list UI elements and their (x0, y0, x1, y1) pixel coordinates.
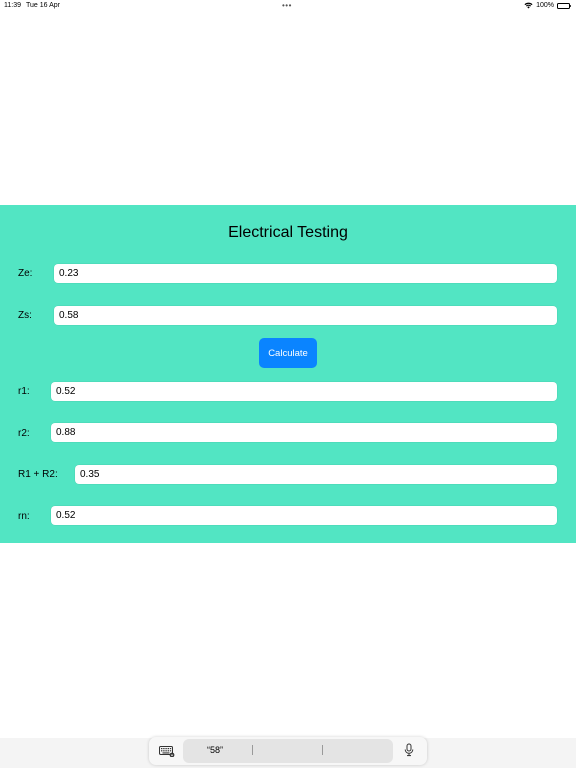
status-time: 11:39 (4, 2, 21, 9)
microphone-icon[interactable] (403, 743, 415, 757)
ze-value: 0.23 (59, 268, 79, 279)
wifi-icon (524, 2, 533, 9)
battery-percentage: 100% (536, 2, 554, 9)
calculate-button[interactable]: Calculate (259, 338, 317, 368)
keyboard-icon[interactable] (159, 744, 175, 758)
battery-icon (557, 2, 572, 9)
multitasking-dots[interactable]: ••• (282, 1, 292, 10)
r1-value: 0.52 (56, 386, 76, 397)
r1-input[interactable]: 0.52 (51, 382, 557, 401)
status-date: Tue 16 Apr (26, 2, 60, 9)
ze-input[interactable]: 0.23 (54, 264, 557, 283)
status-indicators: 100% (524, 2, 572, 9)
suggestion-divider (252, 745, 253, 755)
rn-input[interactable]: 0.52 (51, 506, 557, 525)
r2-input[interactable]: 0.88 (51, 423, 557, 442)
r1-plus-r2-value: 0.35 (80, 469, 100, 480)
r1-plus-r2-label: R1 + R2: (18, 469, 58, 480)
r1-label: r1: (18, 386, 30, 397)
r2-label: r2: (18, 428, 30, 439)
r2-value: 0.88 (56, 427, 76, 438)
suggestion-divider (322, 745, 323, 755)
status-bar: 11:39 Tue 16 Apr ••• 100% (0, 0, 576, 12)
zs-value: 0.58 (59, 310, 79, 321)
suggestion-item[interactable]: “58” (207, 745, 223, 755)
calculator-panel (0, 205, 576, 543)
page-title: Electrical Testing (228, 224, 348, 241)
zs-input[interactable]: 0.58 (54, 306, 557, 325)
r1-plus-r2-input[interactable]: 0.35 (75, 465, 557, 484)
zs-label: Zs: (18, 310, 32, 321)
ze-label: Ze: (18, 268, 33, 279)
rn-value: 0.52 (56, 510, 76, 521)
rn-label: rn: (18, 511, 30, 522)
